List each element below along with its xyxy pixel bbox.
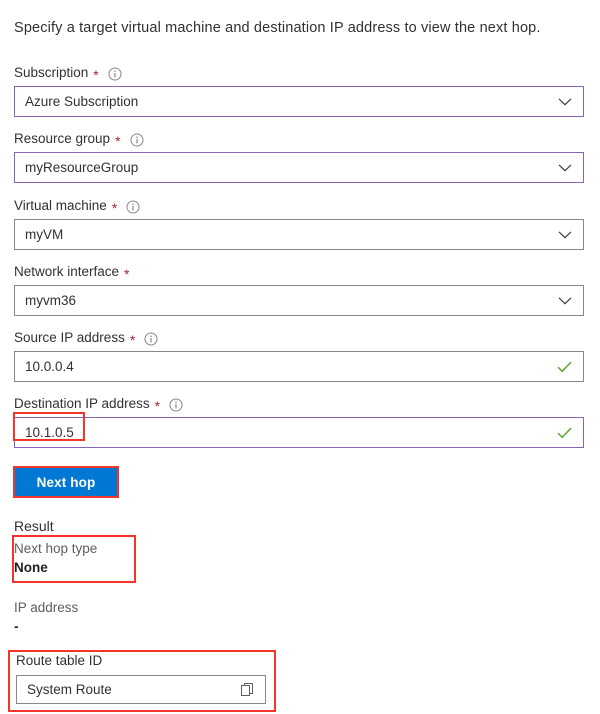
label-source-ip-address-text: Source IP address bbox=[14, 329, 125, 345]
virtual-machine-value: myVM bbox=[25, 226, 64, 242]
field-resource-group: Resource group * myResourceGroup bbox=[14, 129, 584, 183]
label-source-ip-address: Source IP address * bbox=[14, 328, 584, 347]
required-indicator: * bbox=[154, 397, 161, 414]
chevron-down-icon[interactable] bbox=[558, 163, 572, 172]
label-resource-group: Resource group * bbox=[14, 129, 584, 148]
copy-icon[interactable] bbox=[239, 681, 257, 699]
chevron-down-icon[interactable] bbox=[558, 230, 572, 239]
label-subscription: Subscription * bbox=[14, 63, 584, 82]
resource-group-value: myResourceGroup bbox=[25, 159, 139, 175]
check-valid-icon bbox=[557, 426, 572, 439]
destination-ip-address-value: 10.1.0.5 bbox=[25, 424, 74, 440]
route-table-id-label: Route table ID bbox=[16, 653, 103, 668]
label-resource-group-text: Resource group bbox=[14, 130, 111, 146]
info-circle-icon[interactable] bbox=[108, 67, 122, 81]
required-indicator: * bbox=[93, 66, 99, 83]
network-interface-value: myvm36 bbox=[25, 292, 77, 308]
subscription-value: Azure Subscription bbox=[25, 93, 139, 109]
label-destination-ip-address-text: Destination IP address bbox=[14, 395, 150, 411]
label-network-interface-text: Network interface bbox=[14, 263, 120, 279]
route-table-id-value: System Route bbox=[27, 682, 112, 697]
info-circle-icon[interactable] bbox=[130, 133, 144, 147]
label-virtual-machine: Virtual machine * bbox=[14, 196, 584, 215]
next-hop-type-value: None bbox=[14, 560, 48, 575]
info-circle-icon[interactable] bbox=[126, 200, 140, 214]
panel-description: Specify a target virtual machine and des… bbox=[14, 20, 541, 36]
check-valid-icon bbox=[557, 360, 572, 373]
field-network-interface: Network interface * myvm36 bbox=[14, 262, 584, 316]
route-table-id-input[interactable]: System Route bbox=[16, 675, 266, 704]
field-destination-ip-address: Destination IP address * 10.1.0.5 bbox=[14, 394, 584, 448]
field-subscription: Subscription * Azure Subscription bbox=[14, 63, 584, 117]
required-indicator: * bbox=[129, 331, 136, 348]
source-ip-address-value: 10.0.0.4 bbox=[25, 358, 74, 374]
chevron-down-icon[interactable] bbox=[558, 296, 572, 305]
required-indicator: * bbox=[124, 265, 130, 282]
result-next-hop-type: Next hop type None bbox=[14, 539, 97, 577]
ip-address-value: - bbox=[14, 619, 19, 634]
result-heading: Result bbox=[14, 518, 54, 534]
subscription-dropdown[interactable]: Azure Subscription bbox=[14, 86, 584, 117]
label-network-interface: Network interface * bbox=[14, 262, 584, 281]
virtual-machine-dropdown[interactable]: myVM bbox=[14, 219, 584, 250]
chevron-down-icon[interactable] bbox=[558, 97, 572, 106]
required-indicator: * bbox=[111, 199, 118, 216]
field-source-ip-address: Source IP address * 10.0.0.4 bbox=[14, 328, 584, 382]
required-indicator: * bbox=[115, 132, 121, 149]
field-virtual-machine: Virtual machine * myVM bbox=[14, 196, 584, 250]
label-virtual-machine-text: Virtual machine bbox=[14, 197, 107, 213]
next-hop-button[interactable]: Next hop bbox=[15, 467, 117, 497]
label-destination-ip-address: Destination IP address * bbox=[14, 394, 584, 413]
info-circle-icon[interactable] bbox=[169, 398, 183, 412]
network-interface-dropdown[interactable]: myvm36 bbox=[14, 285, 584, 316]
label-subscription-text: Subscription bbox=[14, 64, 89, 80]
info-circle-icon[interactable] bbox=[144, 332, 158, 346]
ip-address-label: IP address bbox=[14, 600, 79, 615]
resource-group-dropdown[interactable]: myResourceGroup bbox=[14, 152, 584, 183]
result-ip-address: IP address - bbox=[14, 598, 78, 636]
next-hop-panel: Specify a target virtual machine and des… bbox=[0, 0, 600, 714]
source-ip-address-input[interactable]: 10.0.0.4 bbox=[14, 351, 584, 382]
destination-ip-address-input[interactable]: 10.1.0.5 bbox=[14, 417, 584, 448]
next-hop-type-label: Next hop type bbox=[14, 541, 98, 556]
